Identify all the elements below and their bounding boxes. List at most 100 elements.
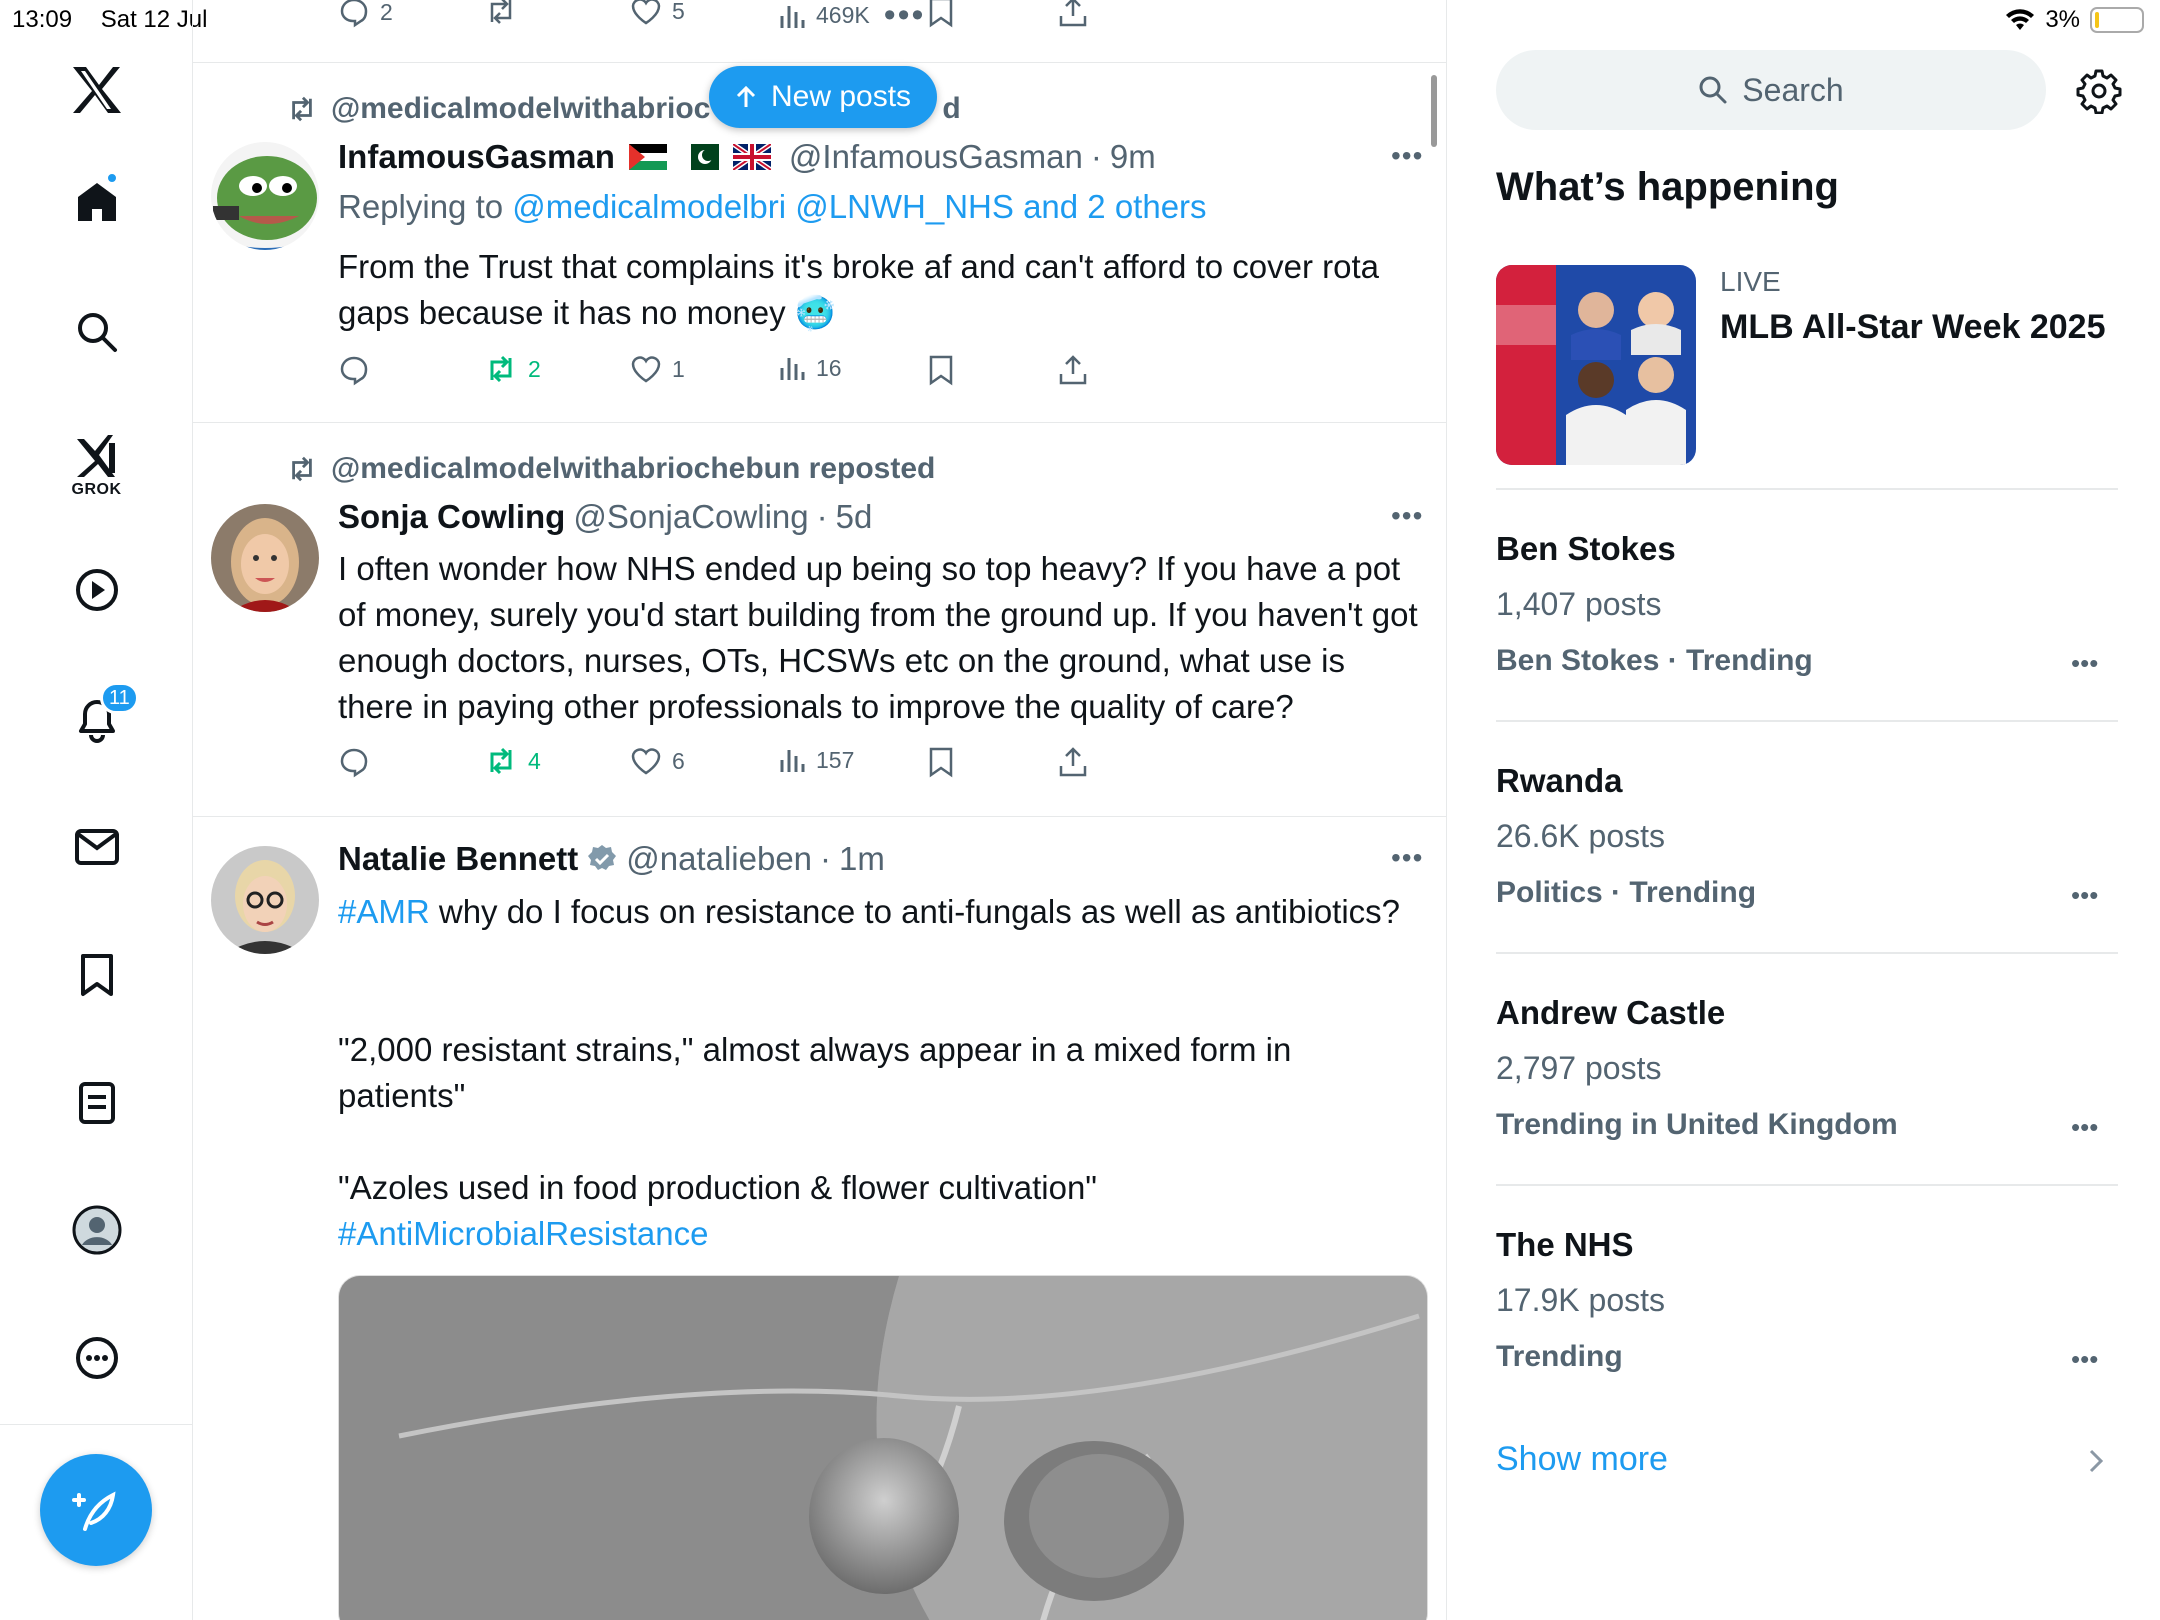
like-count: 1 [672,355,685,382]
retweet-button[interactable]: 4 [484,746,541,776]
nav-bookmarks[interactable] [0,945,193,1005]
settings-button[interactable] [2076,68,2122,119]
new-posts-button[interactable]: New posts [709,66,938,128]
reply-button[interactable]: 2 [338,0,393,28]
trend-more-button[interactable]: ••• [2071,880,2098,911]
retweet-button[interactable] [484,0,518,26]
repost-by[interactable]: @medicalmodelwithabrioc [331,92,710,126]
trend-count: 1,407 posts [1496,586,1662,622]
nav-messages[interactable] [0,817,193,877]
retweet-icon [490,747,512,775]
avatar[interactable] [211,846,319,954]
bookmark-icon [929,747,953,778]
views-button[interactable]: 16 [778,354,842,382]
trend-name: The NHS [1496,1226,1634,1263]
pepe-avatar-image [211,142,319,250]
bookmark-icon [80,954,113,996]
trend-more-button[interactable]: ••• [2071,1344,2098,1375]
share-button[interactable] [1058,746,1088,778]
dot-separator: · [816,498,828,535]
reply-button[interactable] [338,746,370,778]
search-placeholder: Search [1742,71,1844,108]
share-button[interactable] [1058,354,1088,386]
hashtag-link[interactable]: #AMR [338,893,430,930]
share-button[interactable] [1058,0,1088,28]
timeline-feed: 2 5 469K ••• @medicalmodelwithabrioc d I… [193,0,1447,1620]
share-icon [1059,355,1087,385]
right-sidebar: Search What’s happening LIVE MLB All-Sta… [1448,0,2160,1620]
handle[interactable]: @InfamousGasman [789,138,1083,176]
reply-count: 2 [380,0,393,25]
timestamp[interactable]: 9m [1110,138,1156,176]
nav-grok[interactable]: GROK [0,425,193,505]
show-more-link[interactable]: Show more [1496,1440,1668,1479]
display-name[interactable]: Sonja Cowling [338,498,565,536]
nav-explore[interactable] [0,302,193,362]
tweet-text: I often wonder how NHS ended up being so… [338,550,1418,725]
share-icon [1059,747,1087,777]
trend-more-button[interactable]: ••• [2071,1112,2098,1143]
bookmark-button[interactable] [928,354,954,386]
bookmark-button[interactable] [928,746,954,778]
verified-badge-icon [588,845,617,870]
avatar[interactable] [211,142,319,250]
prev-tweet-actions: 2 5 469K ••• [338,0,1338,36]
grok-label: GROK [71,481,122,498]
nav-lists[interactable] [0,1073,193,1133]
nav-home[interactable] [0,172,193,232]
display-name[interactable]: Natalie Bennett [338,840,578,878]
reply-context: Replying to @medicalmodelbri @LNWH_NHS a… [338,188,1207,226]
left-nav: GROK 11 [0,0,193,1620]
views-button[interactable]: 469K ••• [778,0,925,35]
like-button[interactable]: 1 [630,354,685,384]
avatar[interactable] [211,504,319,612]
nav-notifications[interactable]: 11 [0,682,193,750]
reply-icon [340,748,368,778]
views-button[interactable]: 157 [778,746,854,774]
bookmark-icon [929,0,953,28]
compose-button[interactable] [40,1454,152,1566]
section-title: What’s happening [1496,165,1839,209]
reply-button[interactable] [338,354,370,386]
tweet-more-button[interactable]: ••• [1391,842,1423,874]
more-circle-icon [75,1337,118,1379]
retweet-button[interactable]: 2 [484,354,541,384]
live-event-image[interactable] [1496,265,1696,465]
trend-separator [1496,952,2118,954]
trend-count: 17.9K posts [1496,1282,1665,1318]
repost-by[interactable]: @medicalmodelwithabriochebun reposted [331,452,935,486]
nav-profile[interactable] [0,1200,193,1260]
search-input[interactable]: Search [1496,50,2046,130]
tweet-more-button[interactable]: ••• [1391,140,1423,172]
live-title[interactable]: MLB All-Star Week 2025 [1720,308,2105,347]
like-count: 6 [672,747,685,774]
trend-more-button[interactable]: ••• [2071,648,2098,679]
tweet-separator [193,422,1446,423]
like-button[interactable]: 5 [630,0,685,26]
profile-avatar-icon [72,1205,121,1255]
timestamp[interactable]: 5d [836,498,873,536]
tweet-media-image[interactable] [338,1275,1428,1620]
hashtag-link[interactable]: #AntiMicrobialResistance [338,1211,1418,1257]
x-logo[interactable] [0,60,193,120]
heart-icon [631,748,661,775]
nav-more[interactable] [0,1328,193,1388]
tweet-more-button[interactable]: ••• [1391,500,1423,532]
handle[interactable]: @SonjaCowling [573,498,808,536]
bookmark-button[interactable] [928,0,954,28]
like-button[interactable]: 6 [630,746,685,776]
timestamp[interactable]: 1m [839,840,885,878]
uk-flag-icon [732,144,771,170]
grok-icon [76,435,115,477]
retweet-icon [490,355,512,383]
arrow-up-icon [736,85,756,107]
reply-prefix: Replying to [338,188,504,225]
reply-targets[interactable]: @medicalmodelbri @LNWH_NHS and 2 others [512,188,1206,225]
handle[interactable]: @natalieben [626,840,812,878]
nav-video[interactable] [0,560,193,620]
feed-scrollbar[interactable] [1431,75,1437,147]
tweet-text: From the Trust that complains it's broke… [338,248,1379,331]
pakistan-flag-icon [680,144,719,170]
display-name[interactable]: InfamousGasman [338,138,615,176]
trend-name: Rwanda [1496,762,1623,799]
